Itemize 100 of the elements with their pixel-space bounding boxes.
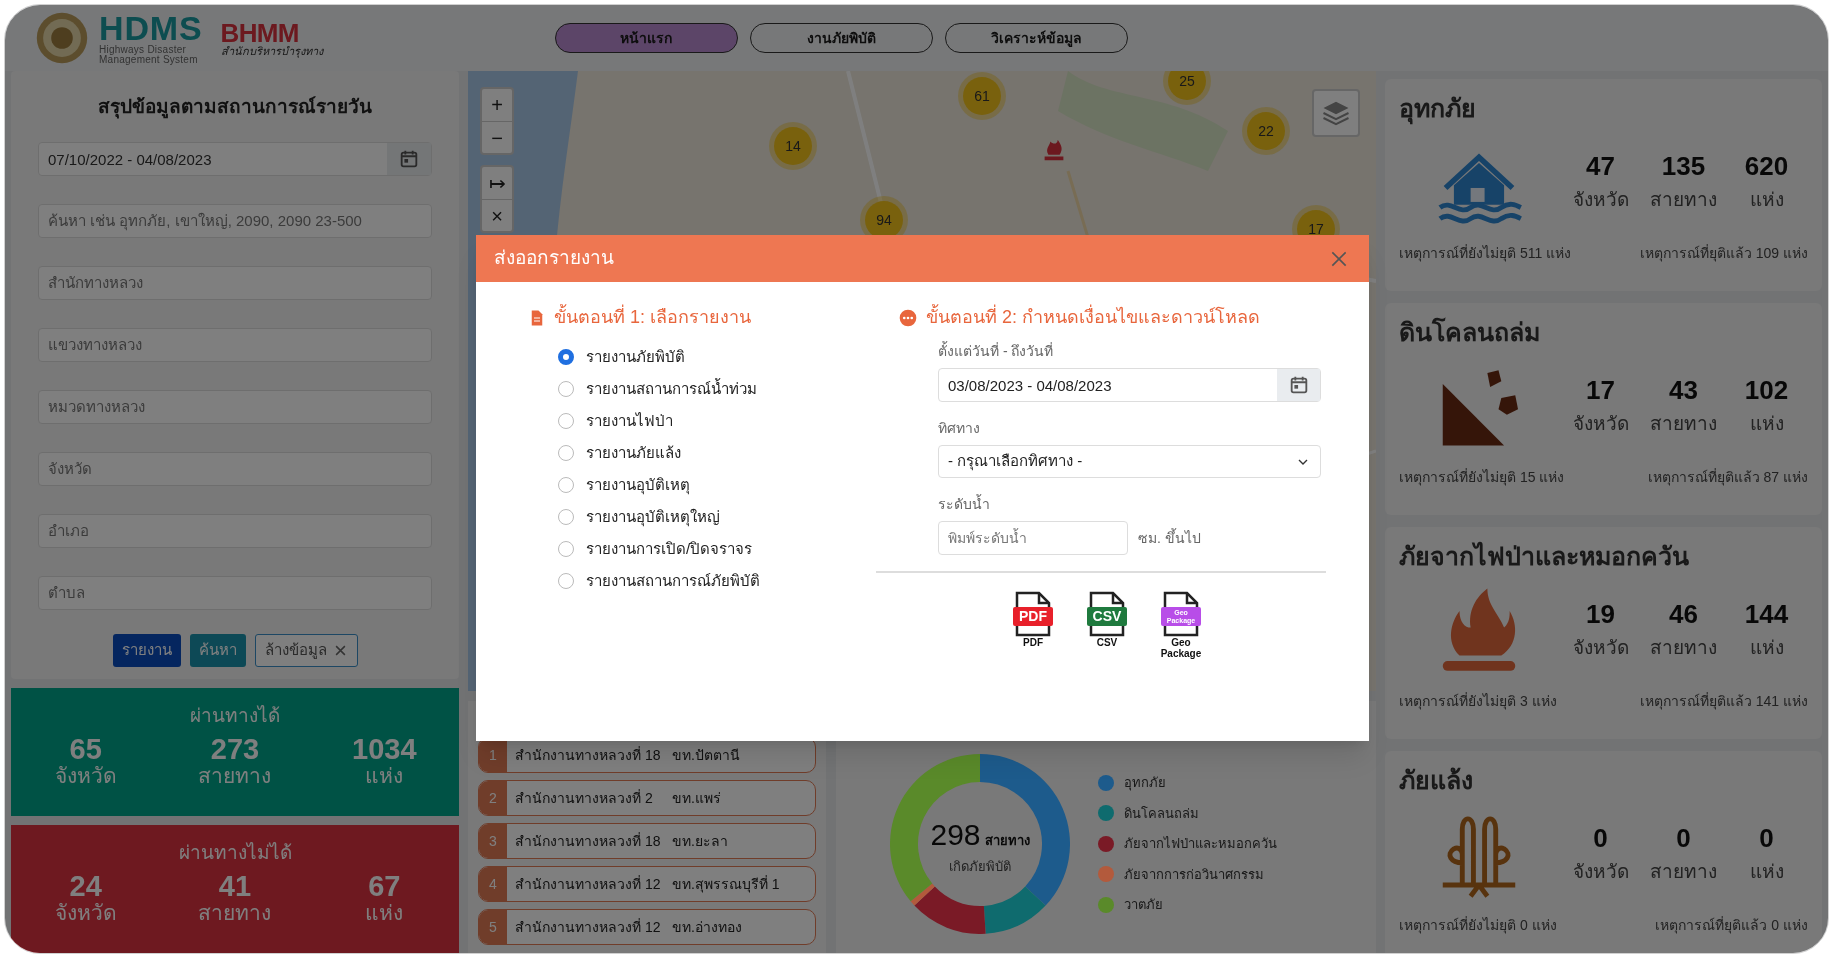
water-level-field[interactable]: พิมพ์ระดับน้ำ xyxy=(938,521,1128,555)
search-button[interactable]: ค้นหา xyxy=(189,633,246,667)
radio-button[interactable] xyxy=(558,573,574,589)
download-button[interactable]: PDF PDF xyxy=(1011,591,1055,659)
district-name: ขท.สุพรรณบุรีที่ 1 xyxy=(672,874,780,895)
calendar-button[interactable] xyxy=(387,142,431,175)
card-title: ภัยแล้ง xyxy=(1399,765,1474,796)
input-field[interactable]: สำนักทางหลวง xyxy=(38,265,432,300)
stat-value: 67 xyxy=(368,871,401,901)
radio-button[interactable] xyxy=(558,445,574,461)
report-option[interactable]: รายงานอุบัติเหตุใหญ่ xyxy=(558,501,886,533)
stat-value: 1034 xyxy=(352,734,417,764)
total-caption: เกิดภัยพิบัติ xyxy=(949,857,1011,876)
date-range-field[interactable]: 07/10/2022 - 04/08/2023 xyxy=(38,141,432,176)
direction-select[interactable]: - กรุณาเลือกทิศทาง - xyxy=(938,445,1321,478)
map-control-button[interactable]: + xyxy=(482,89,512,121)
stat-unit: จังหวัด xyxy=(1572,860,1629,885)
stat-unit: จังหวัด xyxy=(1572,188,1629,213)
report-option[interactable]: รายงานภัยแล้ง xyxy=(558,437,886,469)
stat-value: 46 xyxy=(1669,598,1698,632)
radio-button[interactable] xyxy=(558,349,574,365)
stat-value: 0 xyxy=(1676,822,1691,856)
stat-value: 19 xyxy=(1586,598,1615,632)
legend-label: อุทกภัย xyxy=(1124,774,1166,793)
office-name: สำนักงานทางหลวงที่ 2 xyxy=(514,788,654,808)
ongoing-count: เหตุการณ์ที่ยังไม่ยุติ 15 แห่ง xyxy=(1399,467,1565,488)
input-field[interactable]: หมวดทางหลวง xyxy=(38,389,432,424)
date-range-field[interactable]: 03/08/2023 - 04/08/2023 xyxy=(938,368,1321,402)
card-title: อุทกภัย xyxy=(1399,91,1808,125)
resolved-count: เหตุการณ์ที่ยุติแล้ว 87 แห่ง xyxy=(1647,467,1808,488)
logo-subtitle: Management System xyxy=(99,55,199,65)
stat-unit: สายทาง xyxy=(1650,412,1717,437)
total-unit: สายทาง xyxy=(984,831,1030,850)
stat-unit: จังหวัด xyxy=(54,901,117,923)
report-option[interactable]: รายงานการเปิด/ปิดจราจร xyxy=(558,533,886,565)
layers-button[interactable] xyxy=(1312,89,1360,137)
calendar-button[interactable] xyxy=(1277,369,1320,401)
radio-button[interactable] xyxy=(558,477,574,493)
report-option[interactable]: รายงานภัยพิบัติ xyxy=(558,341,886,373)
office-name: สำนักงานทางหลวงที่ 18 xyxy=(514,831,662,851)
stat-value: 47 xyxy=(1586,150,1615,184)
modal-title: ส่งออกรายงาน xyxy=(494,246,614,271)
download-button[interactable]: CSV CSV xyxy=(1085,591,1129,659)
unit-label: ซม. ขึ้นไป xyxy=(1138,527,1201,548)
stat-unit: แห่ง xyxy=(1749,636,1784,661)
radio-button[interactable] xyxy=(558,381,574,397)
legend-label: วาตภัย xyxy=(1124,896,1163,914)
report-option[interactable]: รายงานอุบัติเหตุ xyxy=(558,469,886,501)
logo-subtitle: Highways Disaster xyxy=(99,45,187,55)
stat-unit: สายทาง xyxy=(198,901,272,923)
field-label: ระดับน้ำ xyxy=(938,494,991,514)
office-name: สำนักงานทางหลวงที่ 18 xyxy=(514,745,662,765)
card-title: ผ่านทางไม่ได้ xyxy=(178,841,292,865)
stat-unit: สายทาง xyxy=(1650,188,1717,213)
step-title: ขั้นตอนที่ 2: กำหนดเงื่อนไขและดาวน์โหลด xyxy=(926,304,1260,331)
field-label: ทิศทาง xyxy=(938,419,981,438)
file-type-badge: CSV xyxy=(1087,607,1127,626)
report-option[interactable]: รายงานสถานการณ์ภัยพิบัติ xyxy=(558,565,886,597)
radio-button[interactable] xyxy=(558,509,574,525)
card-title: ผ่านทางได้ xyxy=(190,704,280,728)
radio-button[interactable] xyxy=(558,541,574,557)
office-name: สำนักงานทางหลวงที่ 12 xyxy=(514,874,662,894)
stat-unit: จังหวัด xyxy=(1572,412,1629,437)
clear-button[interactable]: ล้างข้อมูล xyxy=(254,633,358,667)
input-field[interactable]: จังหวัด xyxy=(38,451,432,486)
card-title: ดินโคลนถล่ม xyxy=(1399,316,1541,348)
input-field[interactable]: ค้นหา เช่น อุทกภัย, เขาใหญ่, 2090, 2090 23-500 xyxy=(38,203,432,238)
stat-value: 620 xyxy=(1744,150,1789,184)
panel-title: สรุปข้อมูลตามสถานการณ์รายวัน xyxy=(98,95,372,121)
file-type-badge: PDF xyxy=(1013,607,1053,626)
stat-value: 273 xyxy=(210,734,260,764)
input-field[interactable]: แขวงทางหลวง xyxy=(38,327,432,362)
stat-unit: สายทาง xyxy=(1650,636,1717,661)
district-name: ขท.ปัตตานี xyxy=(672,745,740,765)
stat-value: 17 xyxy=(1586,374,1615,408)
stat-unit: แห่ง xyxy=(365,901,404,923)
district-name: ขท.ยะลา xyxy=(672,831,728,851)
ongoing-count: เหตุการณ์ที่ยังไม่ยุติ 0 แห่ง xyxy=(1399,915,1557,936)
field-label: ตั้งแต่วันที่ - ถึงวันที่ xyxy=(938,341,1055,361)
stat-value: 135 xyxy=(1661,150,1706,184)
input-field[interactable]: ตำบล xyxy=(38,575,432,610)
radio-button[interactable] xyxy=(558,413,574,429)
report-button[interactable]: รายงาน xyxy=(112,633,181,667)
report-option[interactable]: รายงานสถานการณ์น้ำท่วม xyxy=(558,373,886,405)
card-title: ภัยจากไฟป่าและหมอกควัน xyxy=(1399,540,1690,572)
map-control-button[interactable]: × xyxy=(482,199,512,231)
map-control-button[interactable]: − xyxy=(482,121,512,153)
stat-value: 0 xyxy=(1759,822,1774,856)
report-option[interactable]: รายงานไฟป่า xyxy=(558,405,886,437)
map-control-button[interactable]: ↦ xyxy=(482,167,512,199)
stat-unit: สายทาง xyxy=(198,764,272,786)
stat-value: 65 xyxy=(69,734,102,764)
district-name: ขท.อ่างทอง xyxy=(672,917,742,937)
ongoing-count: เหตุการณ์ที่ยังไม่ยุติ 511 แห่ง xyxy=(1399,243,1572,264)
legend-label: ภัยจากการก่อวินาศกรรม xyxy=(1124,865,1264,884)
district-name: ขท.แพร่ xyxy=(672,788,721,808)
input-field[interactable]: อำเภอ xyxy=(38,513,432,548)
seal-icon xyxy=(35,11,89,65)
office-name: สำนักงานทางหลวงที่ 12 xyxy=(514,917,662,937)
legend-label: ภัยจากไฟป่าและหมอกควัน xyxy=(1124,835,1277,853)
